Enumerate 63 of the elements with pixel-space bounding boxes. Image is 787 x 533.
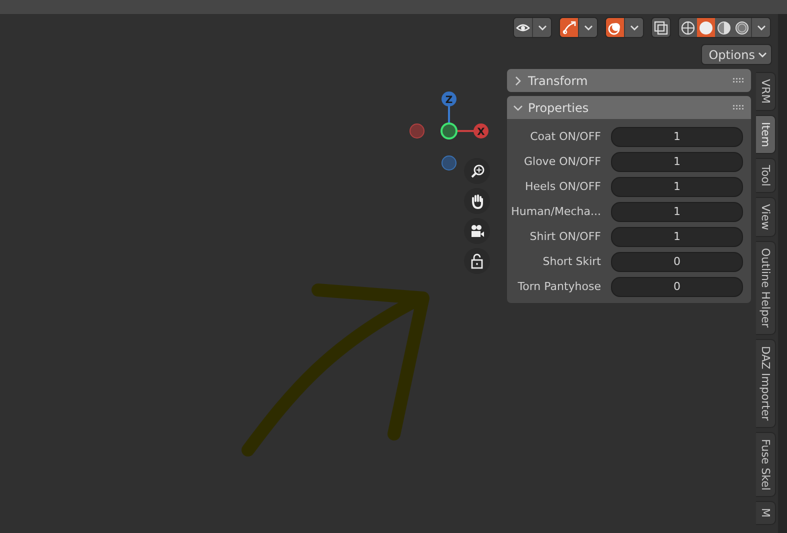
- negative-x-handle[interactable]: [410, 124, 424, 138]
- hand-icon: [469, 193, 485, 209]
- sidebar-tab[interactable]: VRM: [756, 72, 776, 111]
- sphere-icon: [734, 20, 750, 36]
- property-label: Short Skirt: [542, 254, 601, 270]
- xray-toggle[interactable]: [652, 18, 670, 37]
- eye-toggle[interactable]: [514, 18, 532, 37]
- property-label: Shirt ON/OFF: [528, 228, 601, 245]
- zoom-in-button[interactable]: [464, 158, 490, 184]
- negative-z-handle[interactable]: [442, 156, 456, 170]
- property-label: Coat ON/OFF: [529, 128, 601, 145]
- options-dropdown[interactable]: Options: [700, 44, 772, 65]
- caret-icon: [538, 24, 546, 30]
- property-label: Human/Mecha...: [510, 204, 601, 220]
- property-label: Torn Pantyhose: [516, 278, 601, 295]
- property-label: Glove ON/OFF: [523, 154, 601, 170]
- dropdown-button[interactable]: [624, 18, 643, 37]
- unlocked-padlock-button[interactable]: [464, 248, 490, 274]
- zoom-in-icon: [469, 163, 485, 179]
- unlocked-padlock-icon: [469, 253, 485, 269]
- camera-button[interactable]: [464, 218, 490, 244]
- sidebar-tab[interactable]: Tool: [756, 158, 776, 194]
- property-label: Heels ON/OFF: [524, 178, 601, 195]
- xray-icon: [653, 20, 669, 36]
- sphere-icon: [680, 20, 696, 36]
- sidebar-tab[interactable]: Item: [756, 114, 776, 154]
- sidebar-tab[interactable]: M: [756, 501, 776, 524]
- dropdown-button[interactable]: [751, 18, 770, 37]
- number-field[interactable]: 1: [611, 202, 743, 222]
- caret-icon: [630, 24, 638, 30]
- sphere-icon: [698, 20, 714, 36]
- caret-icon: [758, 52, 767, 58]
- caret-icon: [756, 24, 766, 30]
- drag-handle-icon: [733, 78, 745, 83]
- sphere-icon: [716, 20, 732, 36]
- number-field[interactable]: 1: [611, 152, 743, 172]
- hand-button[interactable]: [464, 188, 490, 214]
- sidebar-tab[interactable]: Outline Helper: [756, 241, 776, 335]
- sidebar-tab[interactable]: Fuse Skel: [756, 432, 776, 497]
- shading-button[interactable]: [679, 18, 697, 37]
- dropdown-button[interactable]: [532, 18, 551, 37]
- number-field[interactable]: 1: [611, 127, 743, 147]
- y-axis-handle[interactable]: [440, 122, 458, 140]
- number-field[interactable]: 0: [611, 252, 743, 272]
- number-field[interactable]: 0: [611, 277, 743, 297]
- sidebar-tab[interactable]: DAZ Importer: [756, 338, 776, 428]
- curve-icon: [561, 20, 577, 36]
- caret-icon: [584, 24, 592, 30]
- number-field[interactable]: 1: [611, 177, 743, 197]
- sidebar-tab[interactable]: View: [756, 197, 776, 238]
- camera-icon: [469, 223, 485, 239]
- panel-header[interactable]: Transform: [507, 69, 751, 92]
- drag-handle-icon: [733, 105, 745, 110]
- chevron-icon: [513, 102, 523, 112]
- shading-mode-selector[interactable]: [678, 17, 771, 38]
- dropdown-button[interactable]: [578, 18, 597, 37]
- z-axis-handle[interactable]: Z: [442, 92, 456, 106]
- panel-header[interactable]: Properties: [507, 96, 751, 119]
- number-field[interactable]: 1: [611, 227, 743, 247]
- chevron-icon: [513, 76, 523, 86]
- shading-button[interactable]: [697, 18, 715, 37]
- curve-toggle[interactable]: [560, 18, 578, 37]
- overlay-circles-toggle[interactable]: [606, 18, 624, 37]
